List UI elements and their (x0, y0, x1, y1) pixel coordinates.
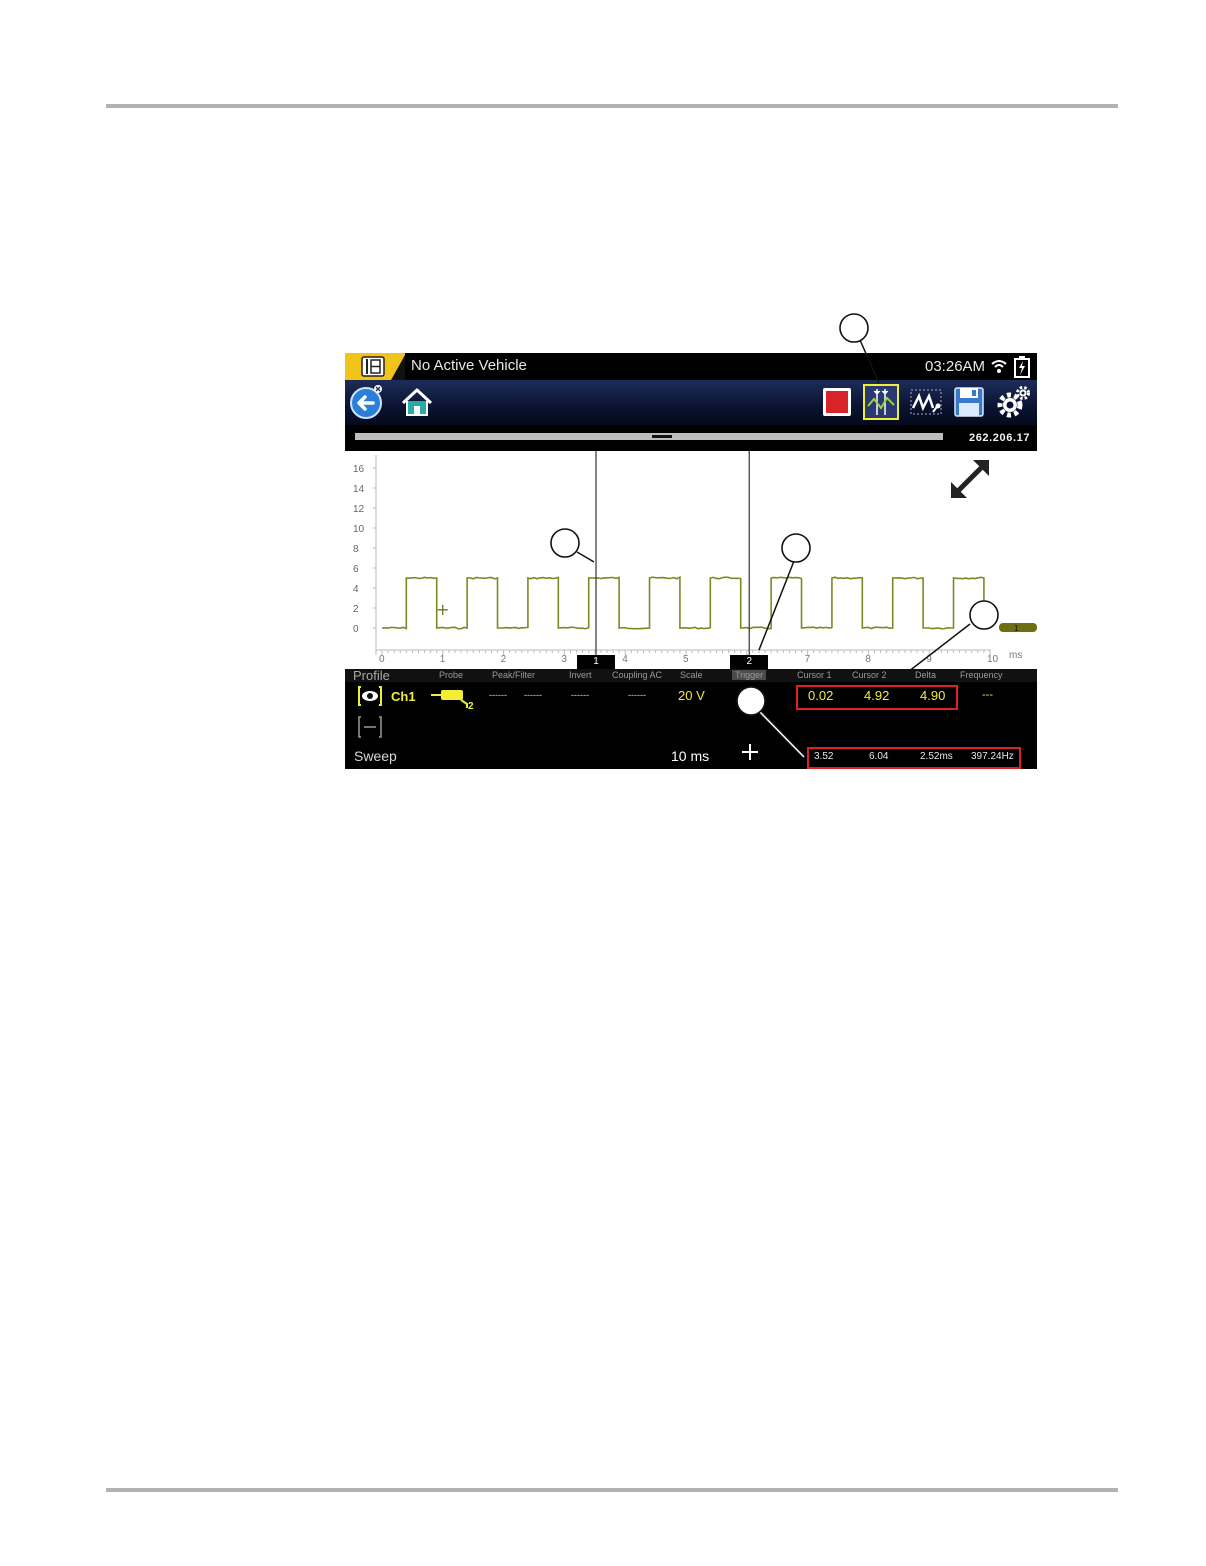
callout-circle-cursor2 (781, 533, 811, 563)
callout-leader-toolbar (859, 339, 880, 384)
callout-circle-cursor1 (550, 528, 580, 558)
callout-circle-voltage (969, 600, 999, 630)
callout-leader-cursor2 (758, 560, 795, 651)
callout-leader-cursor1 (576, 551, 595, 563)
callout-circle-toolbar (839, 313, 869, 343)
callout-circle-time (736, 686, 766, 716)
callout-overlay (550, 313, 999, 759)
callout-leader-time (757, 709, 805, 758)
callout-leader-voltage (894, 623, 971, 683)
